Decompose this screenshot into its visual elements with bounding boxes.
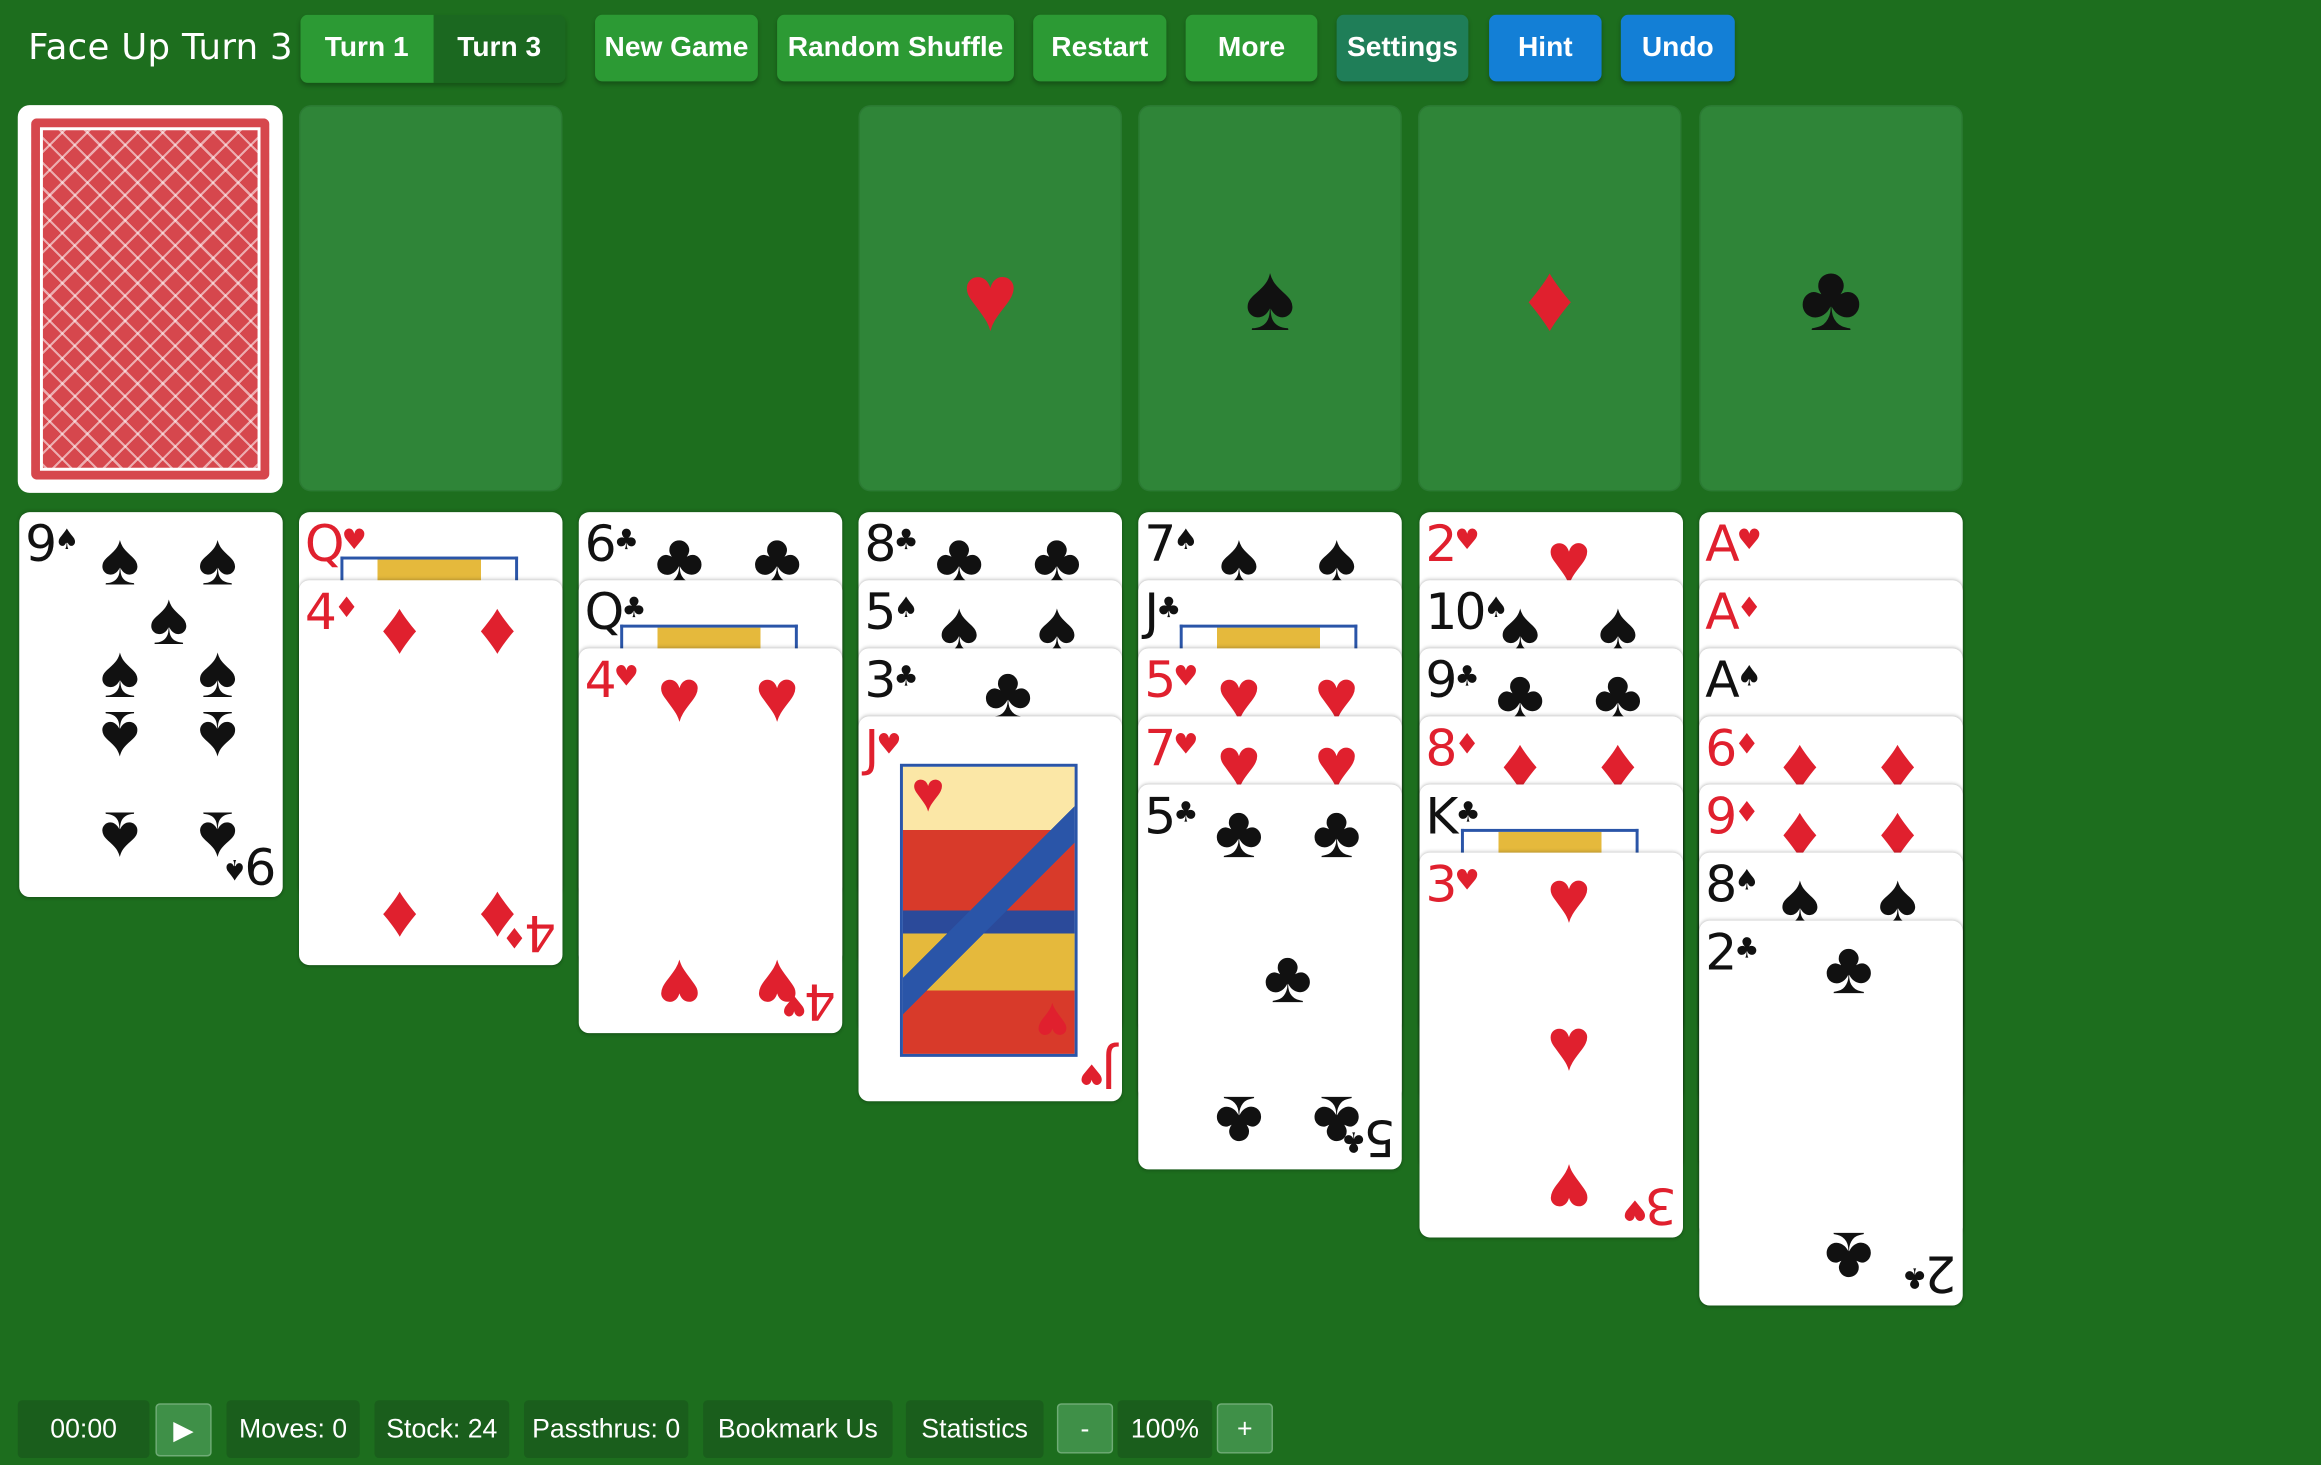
card-index: 3♣ (864, 651, 919, 711)
bookmark-button[interactable]: Bookmark Us (703, 1400, 893, 1458)
card-index: 4♥ (584, 651, 639, 711)
suit-pip: ♦ (478, 586, 517, 670)
card-back (31, 118, 270, 480)
club-icon: ♣ (1799, 244, 1863, 351)
suit-pip: ♣ (1214, 1080, 1264, 1164)
tableau-card[interactable]: J♥ ♥ ♥ J♥ (858, 716, 1122, 1102)
suit-pip: ♠ (197, 695, 238, 779)
foundation-spades[interactable]: ♠ (1138, 105, 1402, 492)
card-index: A♥ (1705, 515, 1762, 575)
suit-pip: ♦ (380, 876, 419, 960)
turn-3-button[interactable]: Turn 3 (432, 14, 566, 83)
suit-pip: ♥ (1547, 1003, 1591, 1087)
suit-pip: ♣ (1214, 790, 1264, 874)
passthrus-counter: Passthrus: 0 (523, 1400, 689, 1458)
card-index: 6♦ (1705, 719, 1760, 779)
card-index: 3♥ (1425, 855, 1480, 915)
hint-button[interactable]: Hint (1489, 14, 1602, 82)
card-index: 9♦ (1705, 787, 1760, 847)
play-icon: ▶ (173, 1414, 194, 1444)
tableau-card[interactable]: 4♦ ♦ ♦ ♦ ♦ 4♦ (299, 580, 563, 966)
card-index: 9♣ (1425, 651, 1480, 711)
card-index: A♦ (1705, 583, 1762, 643)
suit-pip: ♥ (911, 762, 945, 825)
card-index: 8♠ (1705, 855, 1760, 915)
card-index-bottom: 5♣ (1341, 1107, 1396, 1167)
suit-pip: ♣ (1824, 1216, 1874, 1300)
suit-pip: ♦ (380, 586, 419, 670)
foundation-diamonds[interactable]: ♦ (1418, 105, 1682, 492)
card-index: 5♠ (864, 583, 919, 643)
card-index: 7♥ (1144, 719, 1199, 779)
play-button[interactable]: ▶ (155, 1403, 212, 1457)
stock-pile[interactable] (17, 105, 283, 493)
card-index: A♠ (1705, 651, 1762, 711)
card-index: 7♠ (1144, 515, 1199, 575)
diamond-icon: ♦ (1525, 244, 1574, 351)
suit-pip: ♥ (1547, 1148, 1591, 1232)
foundation-clubs[interactable]: ♣ (1699, 105, 1963, 492)
waste-pile[interactable] (299, 105, 563, 492)
undo-button[interactable]: Undo (1620, 14, 1735, 82)
card-index-bottom: J♥ (1078, 1039, 1117, 1099)
suit-pip: ♣ (1263, 935, 1313, 1019)
card-index: 8♣ (864, 515, 919, 575)
settings-button[interactable]: Settings (1336, 14, 1469, 82)
card-index: J♣ (1144, 583, 1182, 643)
turn-1-button[interactable]: Turn 1 (300, 14, 433, 83)
stock-counter: Stock: 24 (374, 1400, 510, 1458)
card-index-bottom: 9♠ (222, 834, 277, 895)
card-index: 5♣ (1144, 787, 1199, 847)
tableau-card[interactable]: 5♣ ♣ ♣ ♣ ♣ ♣ 5♣ (1138, 784, 1402, 1170)
statistics-button[interactable]: Statistics (905, 1400, 1044, 1458)
tableau-card[interactable]: 4♥ ♥ ♥ ♥ ♥ 4♥ (578, 648, 843, 1034)
tableau-card[interactable]: 9♠ ♠ ♠ ♠ ♠ ♠ ♠ ♠ ♠ ♠ 9♠ (19, 512, 283, 898)
suit-pip: ♥ (657, 944, 702, 1028)
turn-mode-toggle: Turn 1 Turn 3 (300, 14, 566, 83)
card-index-bottom: 4♥ (782, 971, 837, 1031)
zoom-out-button[interactable]: - (1056, 1403, 1114, 1454)
random-shuffle-button[interactable]: Random Shuffle (777, 14, 1014, 82)
suit-pip: ♥ (657, 654, 702, 738)
card-index: 9♠ (25, 515, 80, 575)
game-title: Face Up Turn 3 (28, 26, 293, 69)
card-index: 5♥ (1144, 651, 1199, 711)
card-index: 6♣ (584, 515, 639, 575)
card-index: 2♣ (1705, 923, 1760, 983)
card-index: 4♦ (304, 583, 360, 643)
suit-pip: ♣ (1312, 790, 1361, 874)
heart-icon: ♥ (962, 244, 1019, 351)
card-index-bottom: 2♣ (1902, 1243, 1957, 1303)
game-board: Face Up Turn 3 Turn 1 Turn 3 New Game Ra… (0, 0, 2321, 1465)
tableau-card[interactable]: 2♣ ♣ ♣ 2♣ (1699, 920, 1963, 1306)
zoom-level: 100% (1117, 1400, 1213, 1458)
foundation-hearts[interactable]: ♥ (858, 105, 1122, 492)
timer-display: 00:00 (17, 1400, 150, 1458)
suit-pip: ♣ (1824, 926, 1874, 1010)
card-index-bottom: 4♦ (502, 902, 557, 963)
tableau-card[interactable]: 3♥ ♥ ♥ ♥ 3♥ (1419, 852, 1683, 1238)
restart-button[interactable]: Restart (1033, 14, 1167, 82)
zoom-in-button[interactable]: + (1216, 1403, 1273, 1454)
suit-pip: ♠ (100, 695, 140, 779)
card-index: 2♥ (1425, 515, 1480, 575)
card-index: 8♦ (1425, 719, 1480, 779)
more-button[interactable]: More (1185, 14, 1318, 82)
spade-icon: ♠ (1244, 244, 1296, 351)
suit-pip: ♥ (755, 654, 800, 738)
new-game-button[interactable]: New Game (595, 14, 758, 82)
suit-pip: ♥ (1547, 855, 1591, 939)
moves-counter: Moves: 0 (226, 1400, 360, 1458)
suit-pip: ♠ (100, 796, 140, 880)
card-index-bottom: 3♥ (1622, 1175, 1678, 1235)
